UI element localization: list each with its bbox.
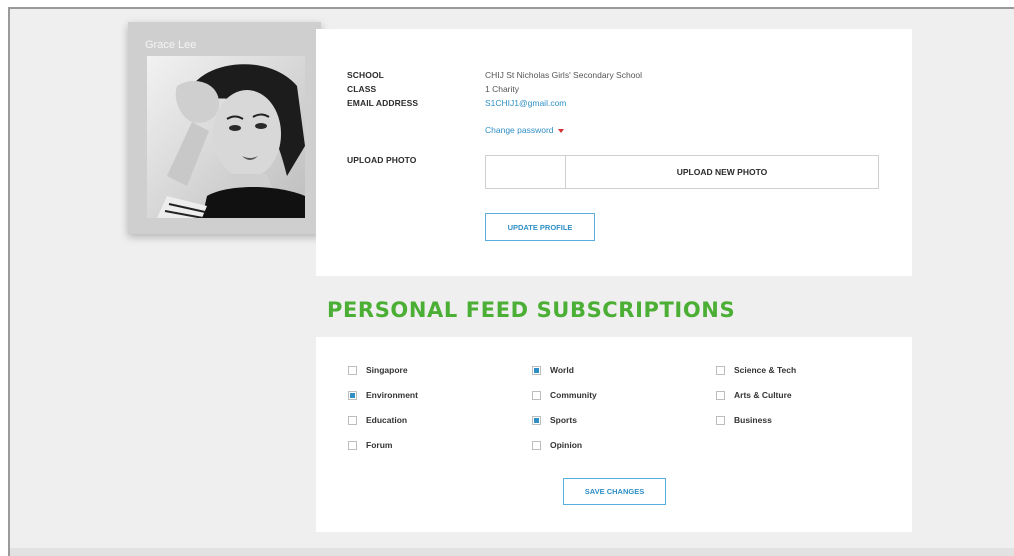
- profile-details-panel: SCHOOL CHIJ St Nicholas Girls' Secondary…: [316, 29, 912, 276]
- save-changes-button[interactable]: SAVE CHANGES: [563, 478, 666, 505]
- subscription-label: Community: [550, 390, 597, 400]
- subscription-label: Environment: [366, 390, 418, 400]
- upload-photo-label: UPLOAD PHOTO: [347, 155, 417, 165]
- subscription-item[interactable]: Opinion: [532, 440, 582, 450]
- subscription-label: Education: [366, 415, 408, 425]
- subscription-label: Sports: [550, 415, 577, 425]
- subscription-label: Singapore: [366, 365, 408, 375]
- subscriptions-panel: Singapore World Science & Tech Environment C…: [316, 337, 912, 532]
- subscriptions-heading: PERSONAL FEED SUBSCRIPTIONS: [327, 298, 736, 322]
- subscription-item[interactable]: Community: [532, 390, 597, 400]
- class-value: 1 Charity: [485, 84, 520, 94]
- subscription-checkbox[interactable]: [532, 390, 541, 400]
- school-value: CHIJ St Nicholas Girls' Secondary School: [485, 70, 643, 80]
- profile-card: Grace Lee: [128, 22, 321, 234]
- subscription-checkbox[interactable]: [532, 365, 541, 375]
- upload-new-photo-button[interactable]: UPLOAD NEW PHOTO: [566, 156, 878, 188]
- subscription-checkbox[interactable]: [348, 365, 357, 375]
- school-label: SCHOOL: [347, 70, 384, 80]
- subscription-label: Arts & Culture: [734, 390, 792, 400]
- profile-photo: [147, 56, 305, 218]
- email-label: EMAIL ADDRESS: [347, 98, 419, 108]
- subscription-item[interactable]: Science & Tech: [716, 365, 796, 375]
- subscription-item[interactable]: Education: [348, 415, 407, 425]
- subscription-label: World: [550, 365, 574, 375]
- subscription-item[interactable]: Singapore: [348, 365, 408, 375]
- subscription-label: Opinion: [550, 440, 583, 450]
- subscription-label: Business: [734, 415, 772, 425]
- subscription-item[interactable]: Business: [716, 415, 772, 425]
- upload-preview: [486, 156, 566, 188]
- subscription-label: Forum: [366, 440, 393, 450]
- subscription-item[interactable]: Forum: [348, 440, 392, 450]
- subscription-item[interactable]: Environment: [348, 390, 418, 400]
- profile-name: Grace Lee: [145, 39, 197, 51]
- upload-photo-box: UPLOAD NEW PHOTO: [485, 155, 879, 189]
- class-label: CLASS: [347, 84, 377, 94]
- subscription-item[interactable]: Sports: [532, 415, 577, 425]
- subscription-checkbox[interactable]: [348, 390, 357, 400]
- change-password-label: Change password: [485, 125, 554, 135]
- subscription-checkbox[interactable]: [348, 440, 357, 450]
- subscription-checkbox[interactable]: [532, 440, 541, 450]
- caret-down-icon: [557, 128, 564, 133]
- user-photo-icon: [147, 56, 305, 218]
- subscription-item[interactable]: Arts & Culture: [716, 390, 792, 400]
- subscription-checkbox[interactable]: [532, 415, 541, 425]
- email-value: S1CHIJ1@gmail.com: [485, 98, 567, 108]
- subscription-item[interactable]: World: [532, 365, 574, 375]
- change-password-link[interactable]: Change password: [485, 125, 564, 135]
- subscription-checkbox[interactable]: [716, 415, 725, 425]
- subscription-checkbox[interactable]: [348, 415, 357, 425]
- bottom-shade: [10, 548, 1014, 556]
- update-profile-button[interactable]: UPDATE PROFILE: [485, 213, 595, 241]
- subscription-checkbox[interactable]: [716, 365, 725, 375]
- subscription-label: Science & Tech: [734, 365, 797, 375]
- subscription-checkbox[interactable]: [716, 390, 725, 400]
